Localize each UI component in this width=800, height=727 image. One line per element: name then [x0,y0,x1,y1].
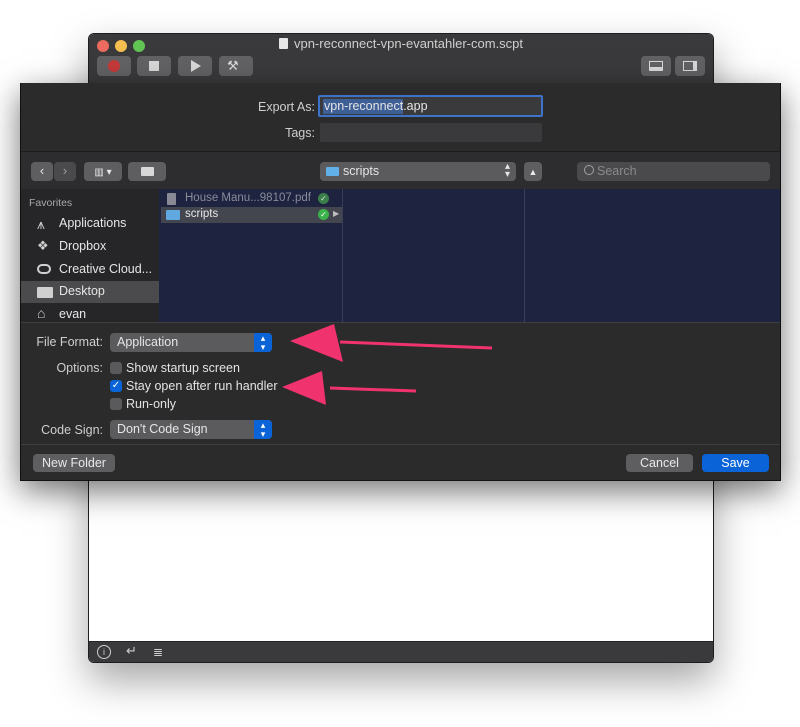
annotation-overlay [282,324,493,405]
annotation-arrow-file-format [290,324,493,362]
annotation-arrow-stay-open [282,371,417,405]
arrow-shaft [339,340,493,350]
arrow-head [290,324,343,362]
arrow-head [282,371,326,405]
arrow-shaft [329,386,417,393]
